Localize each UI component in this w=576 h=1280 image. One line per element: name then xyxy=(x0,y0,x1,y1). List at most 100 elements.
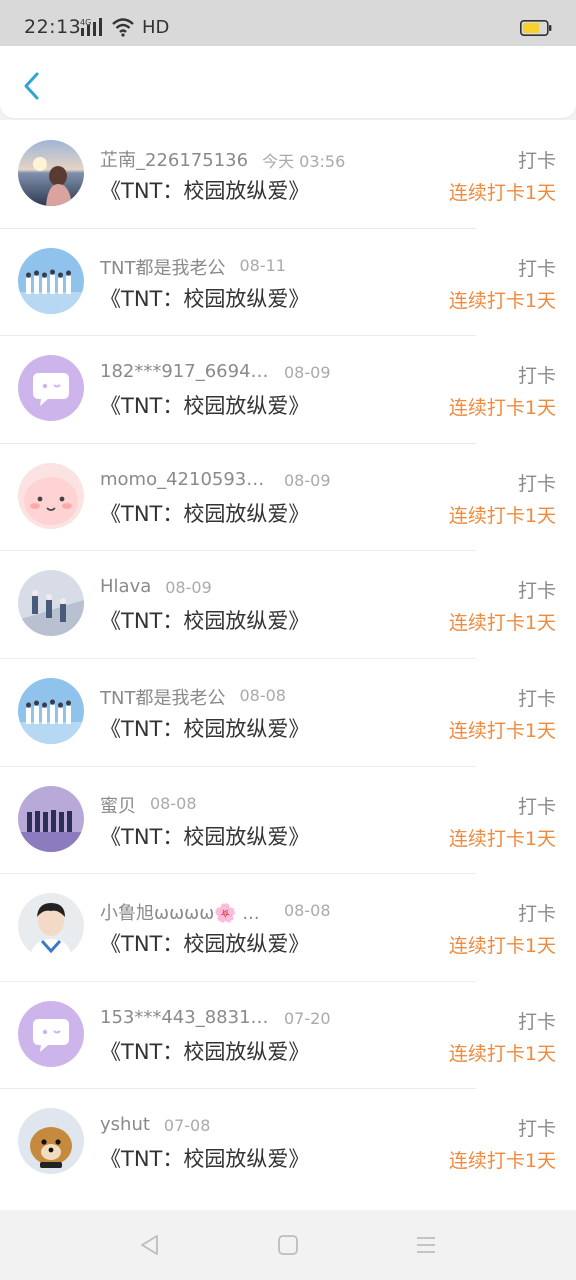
streak-label: 连续打卡1天 xyxy=(448,935,556,958)
checkin-action-label: 打卡 xyxy=(517,1010,556,1033)
checkin-date: 07-20 xyxy=(284,1008,331,1028)
avatar-image xyxy=(18,1000,84,1067)
chevron-left-icon[interactable] xyxy=(12,66,52,106)
user-name[interactable]: yshut xyxy=(100,1114,150,1135)
avatar[interactable] xyxy=(18,677,84,744)
streak-label: 连续打卡1天 xyxy=(448,289,556,312)
checkin-action-label: 打卡 xyxy=(517,580,556,603)
user-name[interactable]: Hlava xyxy=(100,576,151,597)
checkin-action-label: 打卡 xyxy=(517,150,556,172)
list-item[interactable]: yshut 07-08 《TNT：校园放纵爱》 打卡 连续打卡1天 xyxy=(0,1088,576,1196)
user-name[interactable]: TNT都是我老公 xyxy=(100,684,225,708)
item-meta: yshut 07-08 xyxy=(100,1114,430,1138)
user-name[interactable]: 182***917_669475... xyxy=(100,361,270,382)
book-title[interactable]: 《TNT：校园放纵爱》 xyxy=(100,713,309,743)
item-meta: 蜜贝 08-08 xyxy=(100,792,430,816)
checkin-action-label: 打卡 xyxy=(517,365,556,388)
item-meta: Hlava 08-09 xyxy=(100,576,430,600)
checkin-action-label: 打卡 xyxy=(517,257,556,280)
avatar[interactable] xyxy=(18,570,84,637)
avatar-image xyxy=(18,1108,84,1175)
checkin-action-label: 打卡 xyxy=(517,1118,556,1141)
status-time: 22:13 xyxy=(24,16,82,38)
checkin-date: 今天 03:56 xyxy=(262,152,346,170)
streak-label: 连续打卡1天 xyxy=(448,612,556,635)
signal-icon: 4G xyxy=(80,18,102,36)
checkin-date: 08-09 xyxy=(284,363,331,383)
checkin-action-label: 打卡 xyxy=(517,795,556,818)
list-item[interactable]: momo_42105931... 08-09 《TNT：校园放纵爱》 打卡连续打卡1天 xyxy=(0,442,576,551)
book-title[interactable]: 《TNT：校园放纵爱》 xyxy=(100,283,309,313)
list-item[interactable]: TNT都是我老公 08-08 《TNT：校园放纵爱》 打卡连续打卡1天 xyxy=(0,657,576,766)
battery-fill xyxy=(523,23,540,33)
avatar[interactable] xyxy=(18,355,84,422)
list-item[interactable]: 芷南_226175136 今天 03:56 《TNT：校园放纵爱》 打卡连续打卡1天 xyxy=(0,120,576,228)
list-item[interactable]: TNT都是我老公 08-11 《TNT：校园放纵爱》 打卡连续打卡1天 xyxy=(0,227,576,336)
avatar-image xyxy=(18,570,84,637)
streak-label: 连续打卡1天 xyxy=(448,397,556,420)
user-name[interactable]: 小鲁旭ωωωω🌸 ... xyxy=(100,899,270,923)
streak-label: 连续打卡1天 xyxy=(448,1042,556,1065)
streak-label: 连续打卡1天 xyxy=(448,182,556,204)
checkin-date: 08-08 xyxy=(239,685,286,705)
item-meta: 芷南_226175136 今天 03:56 xyxy=(100,146,430,170)
list-item[interactable]: 153***443_883138... 07-20 《TNT：校园放纵爱》 打卡连续打… xyxy=(0,980,576,1089)
user-name[interactable]: momo_42105931... xyxy=(100,469,270,490)
item-meta: TNT都是我老公 08-08 xyxy=(100,684,430,708)
list-item[interactable]: 182***917_669475... 08-09 《TNT：校园放纵爱》 打卡连续打… xyxy=(0,335,576,443)
square-home-icon[interactable] xyxy=(276,1233,300,1257)
header xyxy=(0,46,576,118)
checkin-list[interactable]: 芷南_226175136 今天 03:56 《TNT：校园放纵爱》 打卡 连续打卡1天 T… xyxy=(0,120,576,1210)
checkin-date: 08-09 xyxy=(165,578,212,598)
avatar-image xyxy=(18,462,84,529)
avatar[interactable] xyxy=(18,1000,84,1067)
book-title[interactable]: 《TNT：校园放纵爱》 xyxy=(100,390,309,420)
book-title[interactable]: 《TNT：校园放纵爱》 xyxy=(100,605,309,635)
checkin-date: 08-08 xyxy=(284,901,331,921)
avatar[interactable] xyxy=(18,785,84,852)
book-title[interactable]: 《TNT：校园放纵爱》 xyxy=(100,498,309,528)
avatar-image xyxy=(18,677,84,744)
item-meta: 182***917_669475... 08-09 xyxy=(100,361,430,385)
user-name[interactable]: 蜜贝 xyxy=(100,792,136,816)
avatar-image xyxy=(18,893,84,960)
item-meta: TNT都是我老公 08-11 xyxy=(100,254,430,278)
avatar-image xyxy=(18,785,84,852)
wifi-icon xyxy=(112,18,134,37)
hd-label: HD xyxy=(142,16,170,38)
list-item[interactable]: 蜜贝 08-08 《TNT：校园放纵爱》 打卡连续打卡1天 xyxy=(0,765,576,874)
checkin-date: 08-11 xyxy=(239,255,286,275)
item-meta: momo_42105931... 08-09 xyxy=(100,469,430,493)
avatar[interactable] xyxy=(18,1108,84,1175)
book-title[interactable]: 《TNT：校园放纵爱》 xyxy=(100,175,309,205)
book-title[interactable]: 《TNT：校园放纵爱》 xyxy=(100,821,309,851)
streak-label: 连续打卡1天 xyxy=(448,719,556,742)
checkin-date: 08-08 xyxy=(150,793,197,813)
avatar-image xyxy=(18,247,84,314)
checkin-action-label: 打卡 xyxy=(517,687,556,710)
streak-label: 连续打卡1天 xyxy=(448,827,556,850)
user-name[interactable]: TNT都是我老公 xyxy=(100,254,225,278)
streak-label: 连续打卡1天 xyxy=(448,504,556,527)
checkin-date: 08-09 xyxy=(284,470,331,490)
book-title[interactable]: 《TNT：校园放纵爱》 xyxy=(100,1036,309,1066)
list-item[interactable]: 小鲁旭ωωωω🌸 ... 08-08 《TNT：校园放纵爱》 打卡连续打卡1天 xyxy=(0,873,576,981)
book-title[interactable]: 《TNT：校园放纵爱》 xyxy=(100,1143,309,1173)
checkin-action-label: 打卡 xyxy=(517,472,556,495)
avatar[interactable] xyxy=(18,140,84,206)
triangle-back-icon[interactable] xyxy=(138,1233,162,1257)
checkin-action-label: 打卡 xyxy=(517,903,556,926)
book-title[interactable]: 《TNT：校园放纵爱》 xyxy=(100,928,309,958)
system-nav-bar xyxy=(0,1210,576,1280)
avatar[interactable] xyxy=(18,247,84,314)
user-name[interactable]: 153***443_883138... xyxy=(100,1007,270,1028)
user-name[interactable]: 芷南_226175136 xyxy=(100,146,248,170)
item-meta: 小鲁旭ωωωω🌸 ... 08-08 xyxy=(100,899,430,923)
avatar[interactable] xyxy=(18,893,84,960)
item-meta: 153***443_883138... 07-20 xyxy=(100,1007,430,1031)
avatar-image xyxy=(18,355,84,422)
avatar[interactable] xyxy=(18,462,84,529)
status-icons: 4G HD xyxy=(80,15,169,39)
list-item[interactable]: Hlava 08-09 《TNT：校园放纵爱》 打卡连续打卡1天 xyxy=(0,550,576,658)
menu-lines-icon[interactable] xyxy=(414,1233,438,1257)
